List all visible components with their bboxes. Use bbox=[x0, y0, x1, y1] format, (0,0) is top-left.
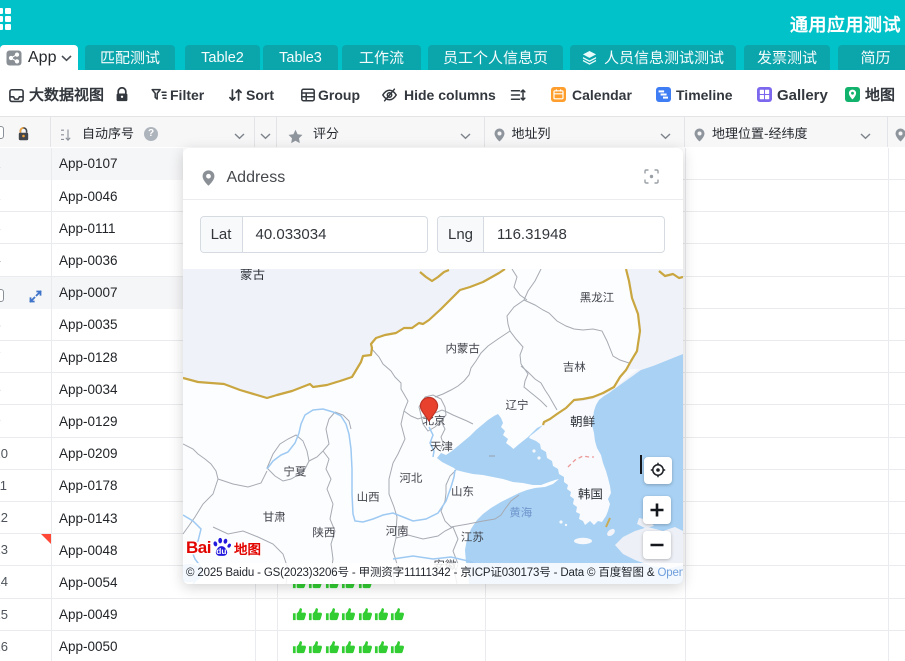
svg-text:河北: 河北 bbox=[399, 470, 422, 486]
svg-text:山东: 山东 bbox=[451, 483, 474, 499]
svg-text:甘肃: 甘肃 bbox=[263, 509, 286, 525]
svg-text:朝鲜: 朝鲜 bbox=[570, 411, 595, 430]
svg-text:江苏: 江苏 bbox=[461, 529, 484, 545]
svg-text:黄海: 黄海 bbox=[509, 505, 532, 521]
svg-text:蒙古: 蒙古 bbox=[240, 269, 265, 283]
svg-text:韩国: 韩国 bbox=[578, 484, 603, 503]
svg-text:吉林: 吉林 bbox=[563, 359, 586, 375]
svg-text:黑龙江: 黑龙江 bbox=[580, 290, 615, 306]
svg-text:辽宁: 辽宁 bbox=[506, 397, 529, 413]
svg-text:河南: 河南 bbox=[386, 523, 409, 539]
svg-text:宁夏: 宁夏 bbox=[283, 464, 306, 480]
svg-text:山西: 山西 bbox=[357, 489, 380, 505]
svg-text:内蒙古: 内蒙古 bbox=[445, 340, 480, 356]
svg-text:陕西: 陕西 bbox=[312, 524, 335, 540]
svg-text:du: du bbox=[216, 546, 226, 556]
svg-text:天津: 天津 bbox=[430, 439, 453, 455]
